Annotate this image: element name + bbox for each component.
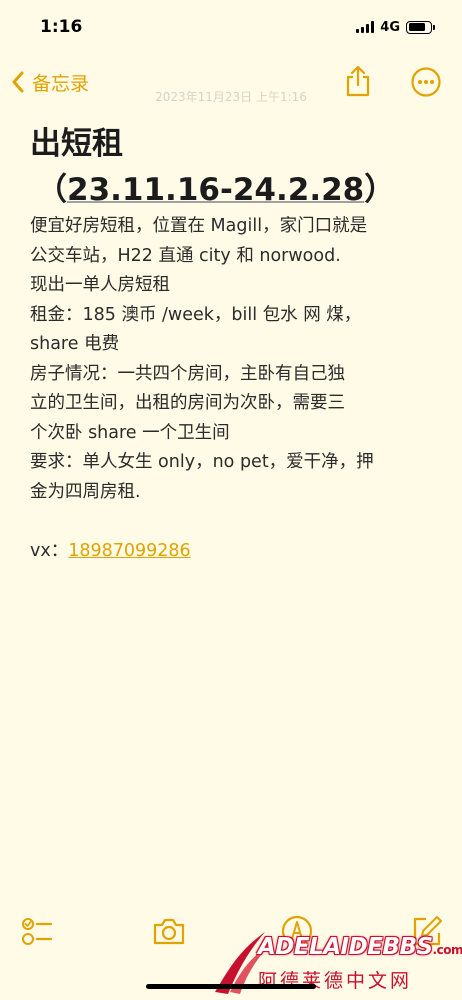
watermark-brand: ADELAIDEBBS.com — [258, 934, 462, 960]
network-type: 4G — [380, 19, 400, 35]
subtitle-open-paren: （ — [36, 172, 67, 208]
note-line: 便宜好房短租，位置在 Magill，家门口就是 — [30, 216, 368, 236]
battery-icon — [406, 20, 435, 34]
subtitle-dates: 23.11.16-24.2.28 — [67, 172, 365, 208]
subtitle-close-paren: ） — [364, 172, 396, 208]
note-line: 金为四周房租. — [30, 481, 141, 502]
note-body[interactable]: 便宜好房短租，位置在 Magill，家门口就是 公交车站，H22 直通 city… — [30, 212, 440, 566]
status-time: 1:16 — [40, 17, 83, 37]
camera-icon — [153, 918, 185, 945]
phone-link[interactable]: 18987099286 — [68, 541, 190, 561]
note-line: share 电费 — [30, 334, 120, 354]
note-subtitle[interactable]: （23.11.16-24.2.28） — [36, 164, 395, 209]
status-indicators: 4G — [356, 19, 435, 35]
battery-level — [408, 23, 426, 31]
cellular-signal-icon — [356, 21, 375, 33]
contact-label: vx： — [30, 540, 69, 561]
note-line: 个次卧 share 一个卫生间 — [30, 422, 230, 443]
note-line: 公交车站，H22 直通 city 和 norwood. — [30, 245, 341, 266]
note-line: 租金：185 澳币 /week，bill 包水 网 煤， — [30, 304, 362, 325]
note-line: 房子情况：一共四个房间，主卧有自己独 — [30, 363, 345, 384]
watermark-brand-name: ADELAIDEBBS — [258, 934, 433, 960]
note-line: 要求：单人女生 only，no pet，爱干净，押 — [30, 452, 374, 472]
note-date: 2023年11月23日 上午1:16 — [155, 90, 307, 104]
watermark-domain: .com — [432, 943, 462, 957]
status-bar: 1:16 4G — [0, 0, 462, 54]
contact-line: vx：18987099286 — [30, 537, 440, 567]
home-indicator[interactable] — [146, 984, 316, 989]
note-line: 立的卫生间，出租的房间为次卧，需要三 — [30, 393, 345, 413]
checklist-button[interactable] — [20, 914, 54, 948]
checklist-icon — [22, 918, 53, 945]
note-title[interactable]: 出短租 — [30, 118, 123, 163]
camera-button[interactable] — [152, 914, 186, 948]
note-line: 现出一单人房短租 — [30, 275, 170, 295]
